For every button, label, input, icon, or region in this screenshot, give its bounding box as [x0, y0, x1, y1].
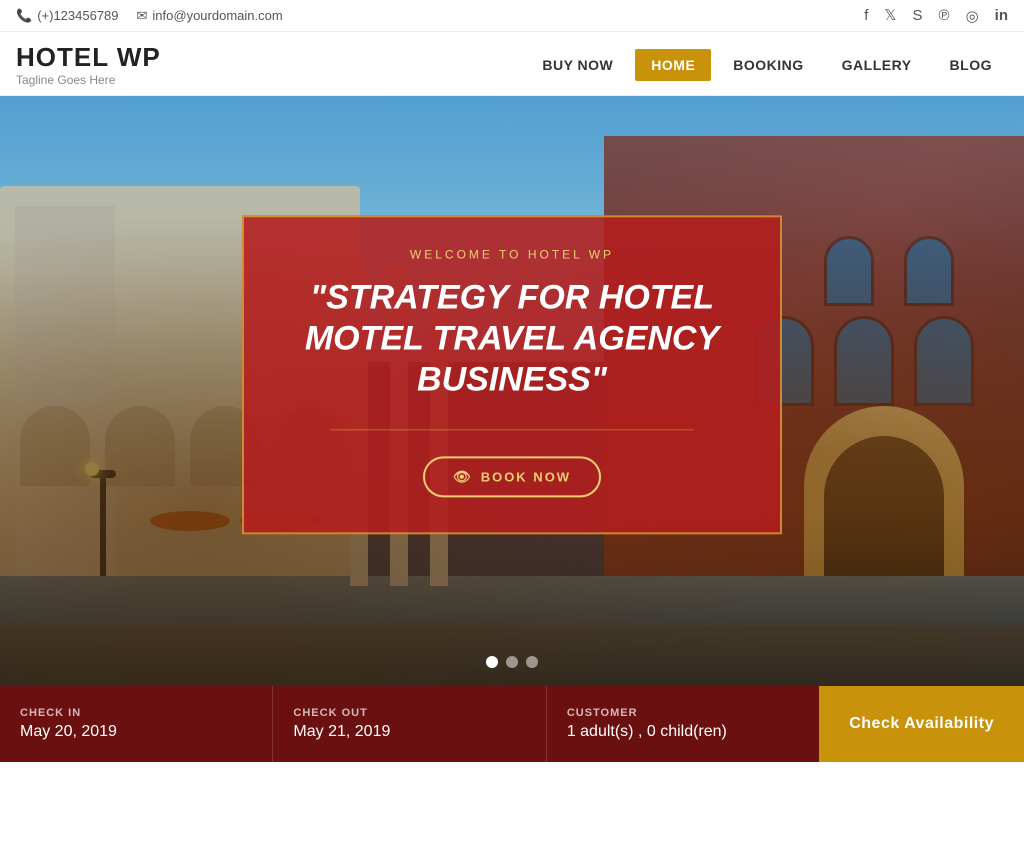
phone-number: (+)123456789 — [37, 8, 118, 23]
pinterest-icon[interactable]: ℗ — [939, 7, 950, 24]
check-availability-button[interactable]: Check Availability — [819, 686, 1024, 762]
logo-tagline: Tagline Goes Here — [16, 73, 161, 87]
checkin-field[interactable]: CHECK IN May 20, 2019 — [0, 686, 273, 762]
customer-field[interactable]: CUSTOMER 1 adult(s) , 0 child(ren) — [547, 686, 819, 762]
top-bar: 📞 (+)123456789 ✉ info@yourdomain.com f 𝕏… — [0, 0, 1024, 32]
checkout-label: CHECK OUT — [293, 707, 525, 719]
email-address: info@yourdomain.com — [152, 8, 282, 23]
nav-gallery[interactable]: GALLERY — [826, 49, 928, 81]
facebook-icon[interactable]: f — [864, 7, 868, 24]
nav-home[interactable]: HOME — [635, 49, 711, 81]
customer-label: CUSTOMER — [567, 707, 799, 719]
social-links: f 𝕏 S ℗ ◎ in — [864, 6, 1008, 25]
logo-title: HOTEL WP — [16, 42, 161, 73]
checkin-value: May 20, 2019 — [20, 723, 252, 741]
customer-value: 1 adult(s) , 0 child(ren) — [567, 723, 799, 741]
header: HOTEL WP Tagline Goes Here BUY NOW HOME … — [0, 32, 1024, 96]
checkout-field[interactable]: CHECK OUT May 21, 2019 — [273, 686, 546, 762]
checkin-label: CHECK IN — [20, 707, 252, 719]
top-bar-contact: 📞 (+)123456789 ✉ info@yourdomain.com — [16, 8, 283, 24]
slide-dot-3[interactable] — [526, 656, 538, 668]
email-contact: ✉ info@yourdomain.com — [137, 8, 283, 24]
book-now-button[interactable]: 👁 BOOK NOW — [423, 457, 601, 498]
check-availability-label: Check Availability — [849, 715, 994, 733]
eye-icon: 👁 — [453, 469, 473, 486]
hero-subtitle: WELCOME TO HOTEL WP — [284, 247, 740, 261]
slide-dot-2[interactable] — [506, 656, 518, 668]
hero-title: "STRATEGY FOR HOTEL MOTEL TRAVEL AGENCY … — [284, 277, 740, 399]
hero-content-box: WELCOME TO HOTEL WP "STRATEGY FOR HOTEL … — [242, 215, 782, 534]
linkedin-icon[interactable]: in — [995, 7, 1008, 24]
nav-booking[interactable]: BOOKING — [717, 49, 819, 81]
nav-blog[interactable]: BLOG — [934, 49, 1008, 81]
twitter-icon[interactable]: 𝕏 — [884, 6, 896, 25]
logo: HOTEL WP Tagline Goes Here — [16, 42, 161, 87]
slide-dots — [486, 656, 538, 668]
nav-buy-now[interactable]: BUY NOW — [526, 49, 629, 81]
hero-divider — [330, 430, 695, 431]
skype-icon[interactable]: S — [912, 7, 922, 24]
checkout-value: May 21, 2019 — [293, 723, 525, 741]
booking-bar: CHECK IN May 20, 2019 CHECK OUT May 21, … — [0, 686, 1024, 762]
email-icon: ✉ — [137, 8, 148, 24]
hero-section: WELCOME TO HOTEL WP "STRATEGY FOR HOTEL … — [0, 96, 1024, 686]
phone-contact: 📞 (+)123456789 — [16, 8, 119, 24]
book-now-label: BOOK NOW — [481, 470, 571, 485]
instagram-icon[interactable]: ◎ — [966, 7, 979, 25]
phone-icon: 📞 — [16, 8, 32, 24]
main-nav: BUY NOW HOME BOOKING GALLERY BLOG — [526, 49, 1008, 81]
slide-dot-1[interactable] — [486, 656, 498, 668]
